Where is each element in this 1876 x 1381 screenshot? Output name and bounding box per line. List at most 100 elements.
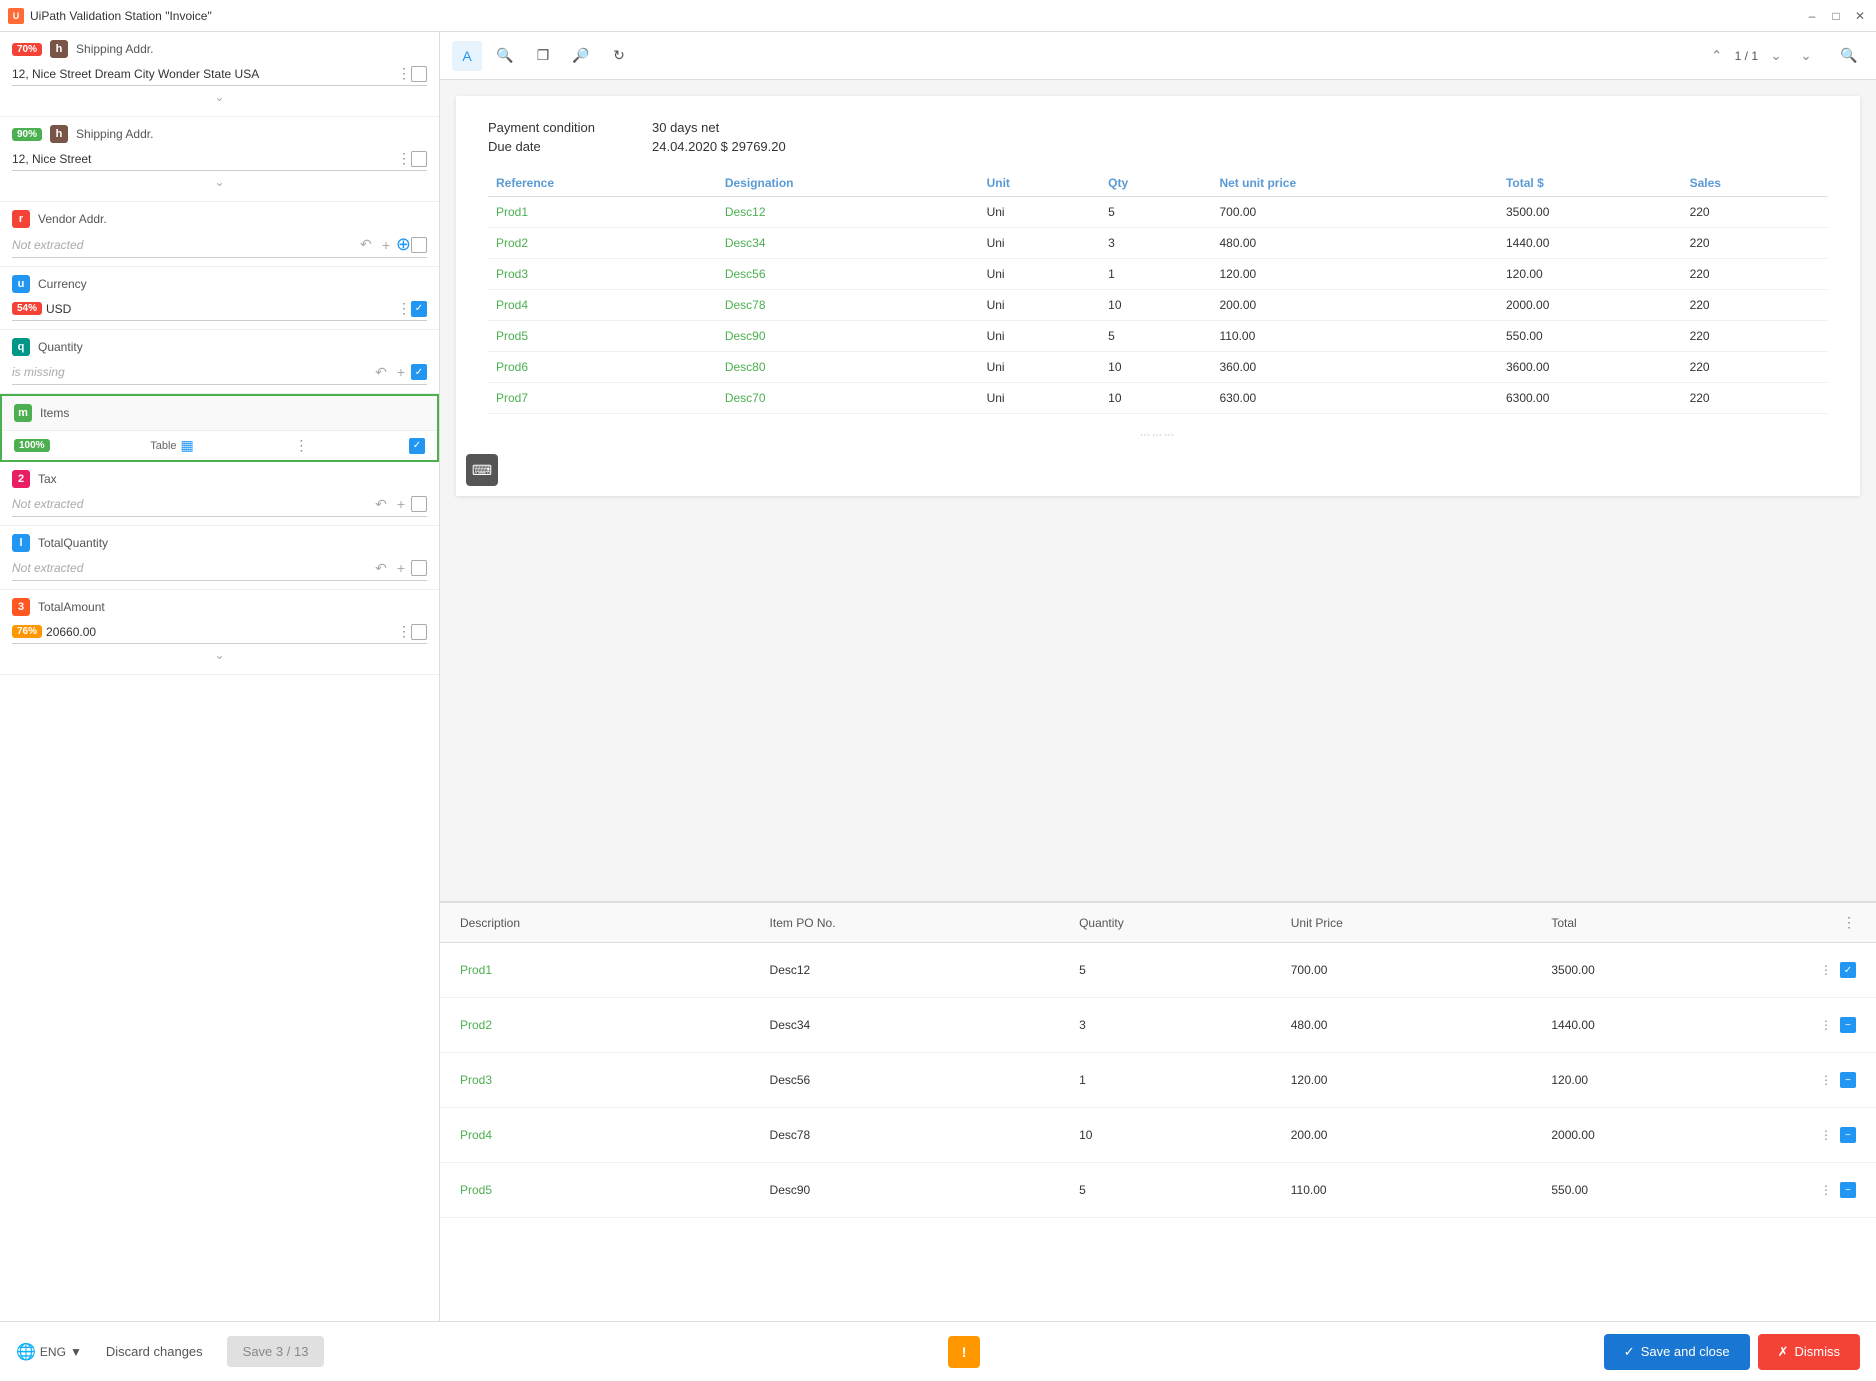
chevron-down-shipping1[interactable]: ⌄ [12, 86, 427, 108]
field-total-quantity: l TotalQuantity Not extracted ↶ + [0, 526, 439, 590]
cell-item-1: Desc34 [762, 1018, 1072, 1032]
prev-page-button[interactable]: ⌃ [1705, 44, 1729, 68]
row-menu-btn-3[interactable]: ⋮ [1816, 1125, 1836, 1145]
field-checkbox-total-amount[interactable] [411, 624, 427, 640]
invoice-table-header-row: Reference Designation Unit Qty Net unit … [488, 170, 1828, 197]
next-page-button[interactable]: ⌄ [1764, 44, 1788, 68]
cell-price-0: 700.00 [1283, 963, 1544, 977]
maximize-button[interactable]: □ [1828, 8, 1844, 24]
save-and-close-button[interactable]: ✓ Save and close [1604, 1334, 1750, 1370]
close-button[interactable]: ✕ [1852, 8, 1868, 24]
items-header: m Items [2, 396, 437, 431]
cell-actions-2: ⋮ − [1804, 1070, 1864, 1090]
undo-btn-vendor[interactable]: ↶ [356, 235, 376, 255]
table-view-selector[interactable]: Table ▦ [150, 437, 194, 454]
field-checkbox-tax[interactable] [411, 496, 427, 512]
cell-price-2: 120.00 [1283, 1073, 1544, 1087]
chevron-down-total[interactable]: ⌄ [12, 644, 427, 666]
field-value-text-vendor: Not extracted [12, 238, 356, 252]
save-check-icon: ✓ [1624, 1344, 1635, 1360]
plus-circle-vendor[interactable]: ⊕ [396, 234, 411, 255]
row-check-4[interactable]: − [1840, 1182, 1856, 1198]
row-check-1[interactable]: − [1840, 1017, 1856, 1033]
field-header-vendor: r Vendor Addr. [12, 210, 427, 228]
zoom-out-button[interactable]: 🔎 [566, 41, 596, 71]
cell-total-3: 2000.00 [1543, 1128, 1804, 1142]
col-designation: Designation [717, 170, 979, 197]
row-check-3[interactable]: − [1840, 1127, 1856, 1143]
window-controls: – □ ✕ [1804, 8, 1868, 24]
row-check-0[interactable]: ✓ [1840, 962, 1856, 978]
cell-qty: 5 [1100, 321, 1211, 352]
field-menu-shipping1[interactable]: ⋮ [397, 65, 411, 82]
invoice-table-row: Prod6 Desc80 Uni 10 360.00 3600.00 220 [488, 352, 1828, 383]
cell-total-1: 1440.00 [1543, 1018, 1804, 1032]
left-panel: 70% h Shipping Addr. 12, Nice Street Dre… [0, 32, 440, 1321]
add-btn-vendor[interactable]: + [376, 235, 396, 255]
field-menu-items[interactable]: ⋮ [294, 437, 308, 454]
items-subheader: 100% Table ▦ ⋮ ✓ [2, 431, 437, 460]
payment-condition-value: 30 days net [652, 120, 719, 135]
text-tool-button[interactable]: A [452, 41, 482, 71]
field-checkbox-shipping1[interactable] [411, 66, 427, 82]
language-selector[interactable]: 🌐 ENG ▼ [16, 1342, 82, 1362]
right-panel: A 🔍 ❐ 🔎 ↻ ⌃ 1 / 1 ⌄ ⌄ 🔍 Payment conditio… [440, 32, 1876, 1321]
field-value-total-qty: Not extracted ↶ + [12, 556, 427, 581]
discard-changes-button[interactable]: Discard changes [94, 1338, 215, 1365]
dismiss-button[interactable]: ✗ Dismiss [1758, 1334, 1860, 1370]
confidence-badge-shipping2: 90% [12, 128, 42, 141]
divider-handle[interactable]: ⋯⋯⋯ [488, 430, 1828, 441]
page-dropdown-button[interactable]: ⌄ [1794, 44, 1818, 68]
cell-desc: Desc80 [717, 352, 979, 383]
chevron-down-shipping2[interactable]: ⌄ [12, 171, 427, 193]
undo-btn-tax[interactable]: ↶ [371, 494, 391, 514]
add-btn-total-qty[interactable]: + [391, 558, 411, 578]
field-menu-shipping2[interactable]: ⋮ [397, 150, 411, 167]
cell-desc: Desc90 [717, 321, 979, 352]
field-checkbox-quantity[interactable]: ✓ [411, 364, 427, 380]
row-menu-btn-1[interactable]: ⋮ [1816, 1015, 1836, 1035]
save-progress-button[interactable]: Save 3 / 13 [227, 1336, 325, 1367]
field-quantity: q Quantity is missing ↶ + ✓ [0, 330, 439, 394]
field-menu-total[interactable]: ⋮ [397, 623, 411, 640]
field-checkbox-items[interactable]: ✓ [409, 438, 425, 454]
field-checkbox-total-qty[interactable] [411, 560, 427, 576]
col-qty: Qty [1100, 170, 1211, 197]
cell-price-3: 200.00 [1283, 1128, 1544, 1142]
row-menu-btn-4[interactable]: ⋮ [1816, 1180, 1836, 1200]
cell-price: 110.00 [1211, 321, 1498, 352]
cell-item-2: Desc56 [762, 1073, 1072, 1087]
keyboard-button[interactable]: ⌨ [466, 454, 498, 486]
row-check-2[interactable]: − [1840, 1072, 1856, 1088]
cell-ref: Prod4 [488, 290, 717, 321]
cell-total: 3600.00 [1498, 352, 1682, 383]
refresh-button[interactable]: ↻ [604, 41, 634, 71]
field-menu-currency[interactable]: ⋮ [397, 300, 411, 317]
alert-button[interactable]: ! [948, 1336, 980, 1368]
expand-button[interactable]: ❐ [528, 41, 558, 71]
undo-btn-total-qty[interactable]: ↶ [371, 558, 391, 578]
minimize-button[interactable]: – [1804, 8, 1820, 24]
row-menu-btn-2[interactable]: ⋮ [1816, 1070, 1836, 1090]
field-checkbox-currency[interactable]: ✓ [411, 301, 427, 317]
cell-sales: 220 [1682, 197, 1828, 228]
col-reference: Reference [488, 170, 717, 197]
col-header-item-po: Item PO No. [762, 916, 1072, 930]
cell-item-3: Desc78 [762, 1128, 1072, 1142]
row-menu-btn-0[interactable]: ⋮ [1816, 960, 1836, 980]
zoom-in-button[interactable]: 🔍 [490, 41, 520, 71]
field-checkbox-vendor[interactable] [411, 237, 427, 253]
search-doc-button[interactable]: 🔍 [1834, 41, 1864, 71]
table-menu-btn[interactable]: ⋮ [1842, 914, 1856, 931]
table-row: Prod2 Desc34 3 480.00 1440.00 ⋮ − [440, 998, 1876, 1053]
field-value-vendor: Not extracted ↶ + ⊕ [12, 232, 427, 258]
field-checkbox-shipping2[interactable] [411, 151, 427, 167]
field-badge-r: r [12, 210, 30, 228]
cell-price: 700.00 [1211, 197, 1498, 228]
undo-btn-quantity[interactable]: ↶ [371, 362, 391, 382]
window-title: UiPath Validation Station "Invoice" [30, 9, 212, 23]
cell-unit: Uni [979, 228, 1101, 259]
add-btn-quantity[interactable]: + [391, 362, 411, 382]
due-date-label: Due date [488, 139, 628, 154]
add-btn-tax[interactable]: + [391, 494, 411, 514]
